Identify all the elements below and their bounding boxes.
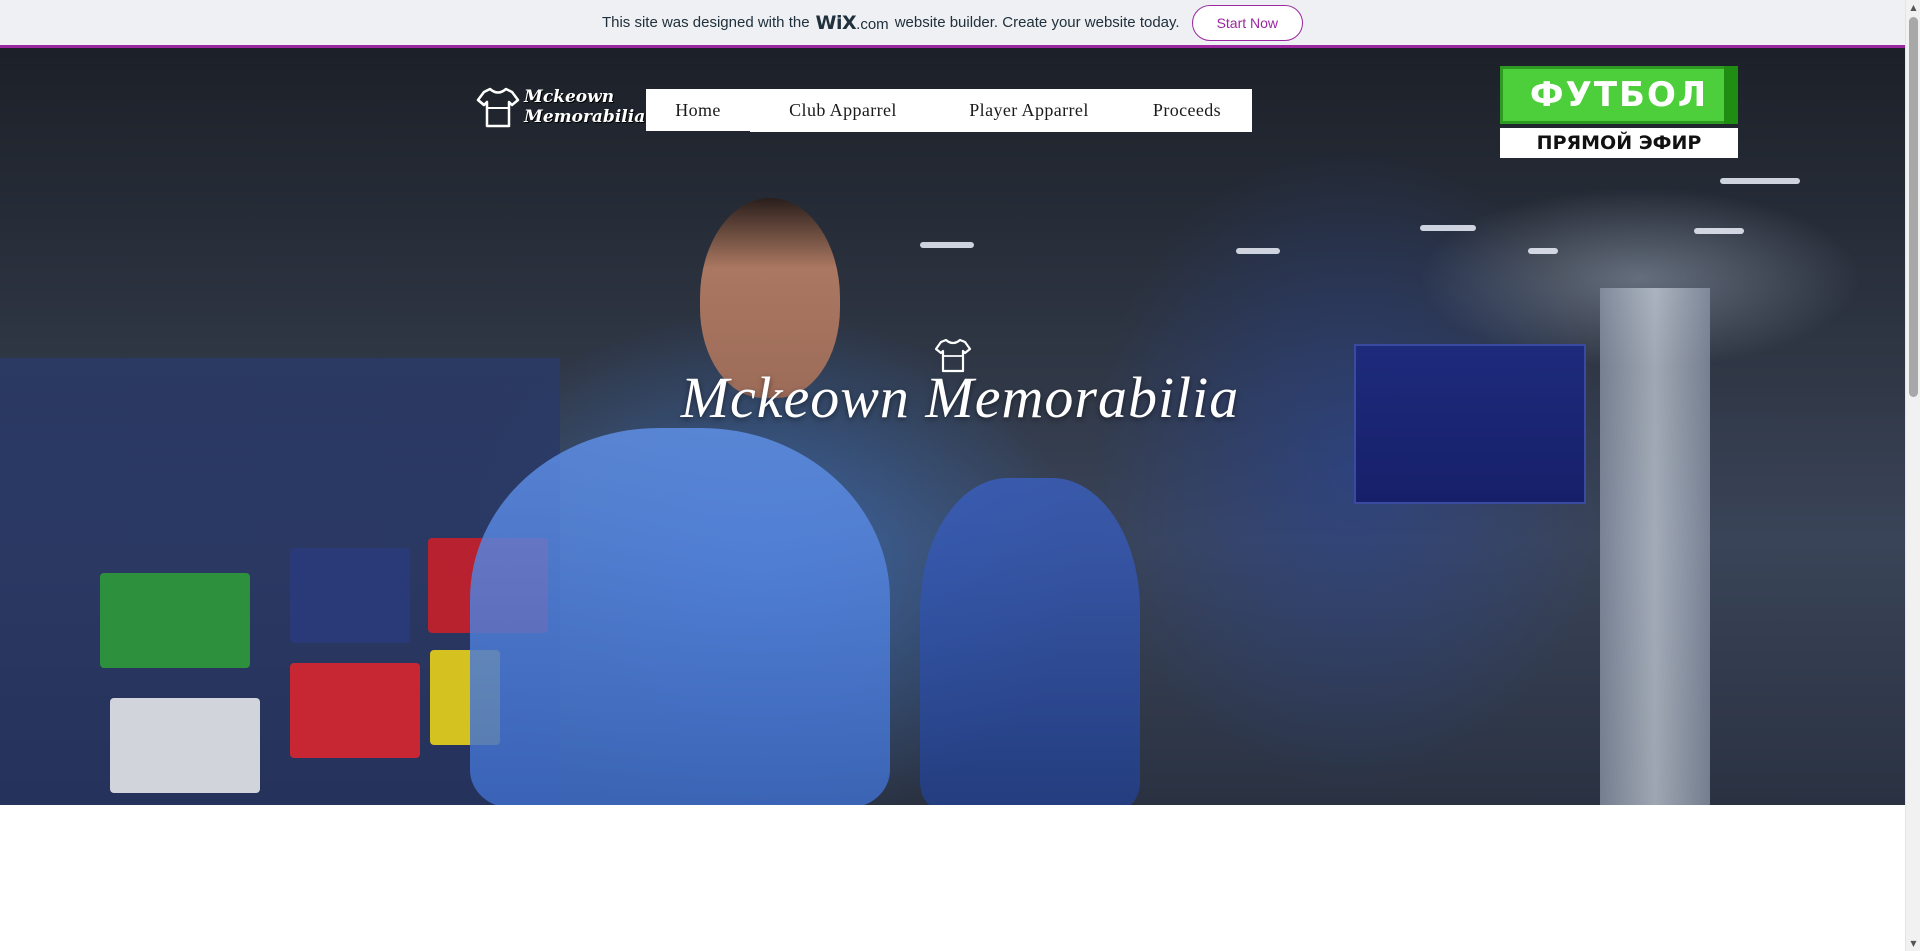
tv-channel-name: ФУТБОЛ [1500, 66, 1738, 124]
tv-channel-number-bar [1724, 66, 1738, 124]
ceiling-light [920, 242, 974, 248]
wix-banner-text-after: website builder. Create your website tod… [894, 14, 1180, 31]
wix-logo-main: WiX [815, 11, 857, 34]
ad-board [110, 698, 260, 793]
wix-logo[interactable]: WiX.com [816, 12, 889, 34]
ad-board [290, 663, 420, 758]
ceiling-light [1528, 248, 1558, 254]
wix-logo-suffix: .com [856, 15, 889, 33]
scrollbar-thumb[interactable] [1909, 17, 1918, 397]
ad-board [100, 573, 250, 668]
main-nav: Home Club Apparrel Player Apparrel Proce… [646, 89, 1252, 132]
hero-title: Mckeown Memorabilia [680, 365, 1240, 430]
page-scrollbar[interactable]: ▲ ▼ [1905, 0, 1920, 951]
pillar [1600, 288, 1710, 805]
site-logo-line2: Memorabilia [524, 107, 646, 127]
nav-item-club-apparrel[interactable]: Club Apparrel [750, 89, 936, 132]
ceiling-light [1720, 178, 1800, 184]
tv-channel-name-text: ФУТБОЛ [1529, 75, 1709, 115]
nav-item-player-apparrel[interactable]: Player Apparrel [936, 89, 1122, 132]
site-logo-text: Mckeown Memorabilia [524, 87, 645, 127]
tshirt-icon [476, 87, 520, 128]
foreground-person [470, 428, 890, 805]
champions-league-banner [1354, 344, 1586, 504]
background-person [920, 478, 1140, 805]
site-logo[interactable]: Mckeown Memorabilia [476, 84, 645, 130]
wix-banner: This site was designed with the WiX.com … [0, 0, 1905, 48]
ceiling-light [1420, 225, 1476, 231]
start-now-button[interactable]: Start Now [1191, 4, 1304, 41]
wix-banner-text-before: This site was designed with the [601, 14, 810, 31]
nav-item-proceeds[interactable]: Proceeds [1122, 89, 1252, 132]
ceiling-light [1236, 248, 1280, 254]
tv-channel-logo: ФУТБОЛ ПРЯМОЙ ЭФИР [1500, 66, 1738, 158]
content-section [0, 805, 1905, 951]
nav-item-home[interactable]: Home [646, 89, 750, 131]
ceiling-light [1694, 228, 1744, 234]
site-logo-line1: Mckeown [524, 87, 615, 107]
arrow-up-icon[interactable]: ▲ [1906, 0, 1920, 15]
ad-board [290, 548, 410, 643]
tv-live-caption: ПРЯМОЙ ЭФИР [1500, 128, 1738, 158]
arrow-down-icon[interactable]: ▼ [1906, 936, 1920, 951]
